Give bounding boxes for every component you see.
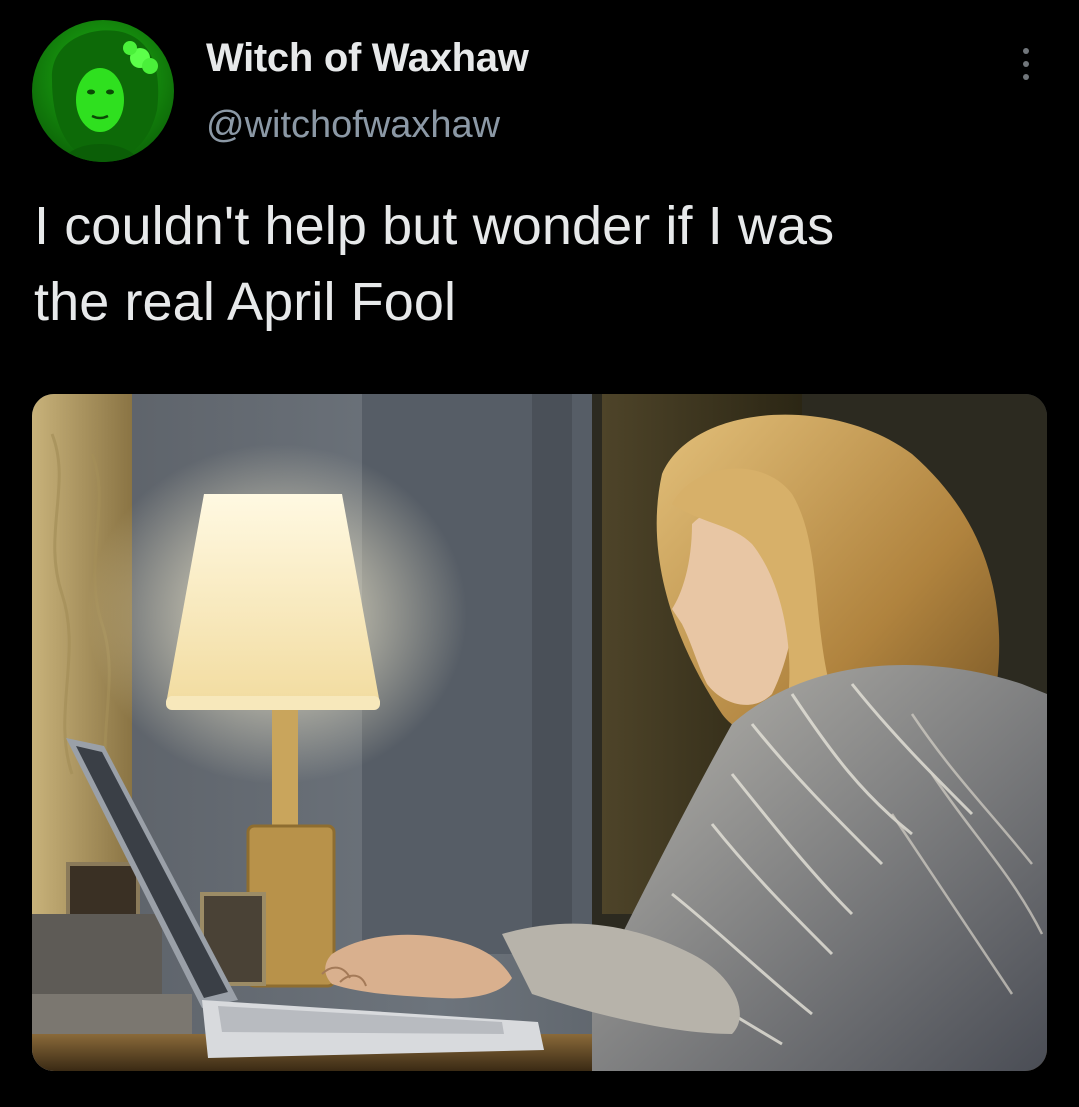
tweet-text: I couldn't help but wonder if I was the … xyxy=(34,188,1044,340)
handle[interactable]: @witchofwaxhaw xyxy=(206,104,500,147)
tweet-photo[interactable] xyxy=(32,394,1047,1071)
tweet-text-line: the real April Fool xyxy=(34,272,457,332)
avatar-image xyxy=(32,20,174,162)
tweet-text-line: I couldn't help but wonder if I was xyxy=(34,196,835,256)
more-vertical-icon-dot xyxy=(1023,74,1029,80)
avatar[interactable] xyxy=(32,20,174,162)
tweet: Witch of Waxhaw @witchofwaxhaw I couldn'… xyxy=(0,0,1079,1107)
photo-illustration xyxy=(32,394,1047,1071)
more-options-button[interactable] xyxy=(1004,36,1048,92)
more-vertical-icon xyxy=(1023,48,1029,54)
display-name[interactable]: Witch of Waxhaw xyxy=(206,36,529,81)
more-vertical-icon-dot xyxy=(1023,61,1029,67)
